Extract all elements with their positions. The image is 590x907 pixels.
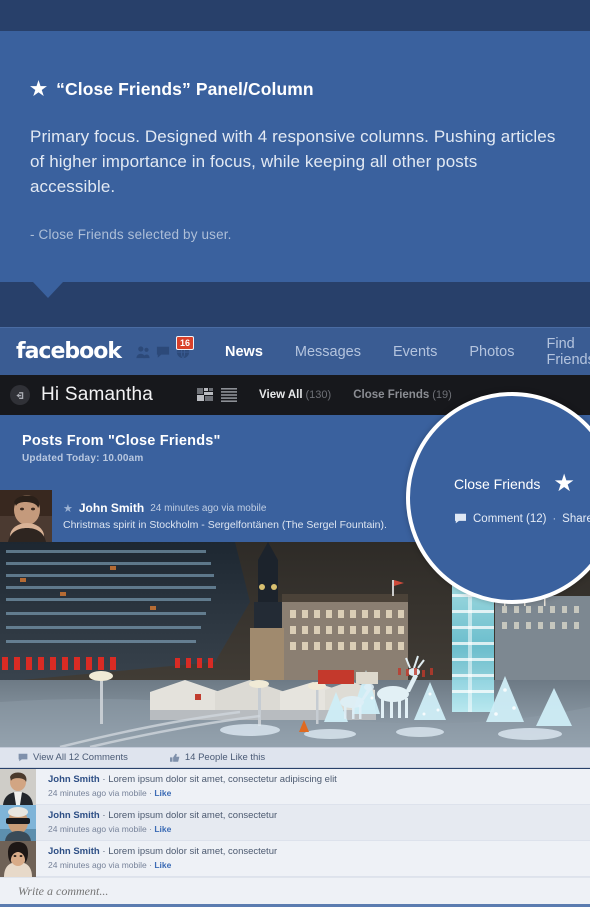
list-view-icon[interactable] <box>221 388 238 402</box>
filter-group: View All (130) Close Friends (19) <box>259 389 452 401</box>
comments-list: John Smith · Lorem ipsum dolor sit amet,… <box>0 769 590 877</box>
nav-tab-photos[interactable]: Photos <box>469 344 514 360</box>
filter-close-friends-label: Close Friends <box>353 389 430 401</box>
view-comments-action[interactable]: View All 12 Comments <box>18 752 128 763</box>
callout-body: Primary focus. Designed with 4 responsiv… <box>30 127 556 196</box>
comment-separator: · <box>102 774 106 785</box>
comment-like-button[interactable]: Like <box>154 824 171 834</box>
comment-timestamp: 24 minutes ago via mobile · <box>48 860 152 870</box>
post-timestamp: 24 minutes ago via mobile <box>150 502 267 514</box>
post-meta-text: ★ John Smith 24 minutes ago via mobile C… <box>63 501 387 531</box>
filter-view-all[interactable]: View All (130) <box>259 389 331 401</box>
list-item[interactable]: John Smith · Lorem ipsum dolor sit amet,… <box>0 841 590 877</box>
circle-actions-row: Comment (12) · Share <box>454 513 590 525</box>
friends-icon[interactable] <box>136 345 150 359</box>
annotation-callout: ★ “Close Friends” Panel/Column Primary f… <box>0 31 590 282</box>
likes-action[interactable]: 14 People Like this <box>169 752 266 763</box>
star-icon[interactable]: ★ <box>553 471 575 496</box>
nav-tab-news[interactable]: News <box>225 344 263 360</box>
circle-title: Close Friends <box>454 475 541 492</box>
comment-like-button[interactable]: Like <box>154 860 171 870</box>
post-caption: Christmas spirit in Stockholm - Sergelfo… <box>63 519 387 531</box>
comment-meta: 24 minutes ago via mobile · Like <box>48 860 277 870</box>
comment-timestamp: 24 minutes ago via mobile · <box>48 788 152 798</box>
facebook-logo[interactable]: facebook <box>16 339 122 364</box>
callout-arrow <box>33 282 63 298</box>
notification-badge[interactable]: 16 <box>176 335 195 350</box>
comment-meta: 24 minutes ago via mobile · Like <box>48 824 277 834</box>
callout-title: “Close Friends” Panel/Column <box>56 79 314 99</box>
filter-view-all-label: View All <box>259 389 303 401</box>
comment-text-block: John Smith · Lorem ipsum dolor sit amet,… <box>48 805 277 840</box>
comment-author[interactable]: John Smith <box>48 810 100 821</box>
app-root: ★ “Close Friends” Panel/Column Primary f… <box>0 0 590 907</box>
comment-line: John Smith · Lorem ipsum dolor sit amet,… <box>48 846 277 857</box>
circle-share-link[interactable]: Share <box>562 513 590 525</box>
nav-tab-find-friends[interactable]: Find Friends <box>546 336 590 368</box>
post-actions-bar: View All 12 Comments 14 People Like this <box>0 747 590 768</box>
navbar-icon-group: 16 <box>136 335 195 359</box>
comment-author[interactable]: John Smith <box>48 774 100 785</box>
comment-line: John Smith · Lorem ipsum dolor sit amet,… <box>48 810 277 821</box>
post-author[interactable]: John Smith <box>79 501 144 515</box>
star-icon: ★ <box>30 79 48 100</box>
avatar[interactable] <box>0 841 36 877</box>
avatar[interactable] <box>0 769 36 805</box>
nav-tab-messages[interactable]: Messages <box>295 344 361 360</box>
sign-in-arrow-icon[interactable] <box>10 385 30 405</box>
view-comments-label: View All 12 Comments <box>33 752 128 763</box>
list-item[interactable]: John Smith · Lorem ipsum dolor sit amet,… <box>0 769 590 805</box>
comment-separator: · <box>102 810 106 821</box>
comment-text-block: John Smith · Lorem ipsum dolor sit amet,… <box>48 769 337 804</box>
comment-body: Lorem ipsum dolor sit amet, consectetur … <box>108 774 337 785</box>
view-mode-group <box>197 388 238 402</box>
list-item[interactable]: John Smith · Lorem ipsum dolor sit amet,… <box>0 805 590 841</box>
comment-separator: · <box>102 846 106 857</box>
comment-text-block: John Smith · Lorem ipsum dolor sit amet,… <box>48 841 277 876</box>
circle-comment-link[interactable]: Comment (12) <box>473 513 547 525</box>
write-comment-input[interactable] <box>18 883 418 899</box>
comment-author[interactable]: John Smith <box>48 846 100 857</box>
filter-view-all-count: (130) <box>305 389 332 401</box>
comment-bubble-icon <box>18 753 28 762</box>
comment-line: John Smith · Lorem ipsum dolor sit amet,… <box>48 774 337 785</box>
star-icon: ★ <box>63 502 73 515</box>
post-author-row: ★ John Smith 24 minutes ago via mobile <box>63 501 387 515</box>
comment-body: Lorem ipsum dolor sit amet, consectetur <box>108 810 278 821</box>
comment-like-button[interactable]: Like <box>154 788 171 798</box>
circle-title-row: Close Friends ★ <box>454 471 575 496</box>
top-strip <box>0 0 590 31</box>
greeting-label: Hi Samantha <box>41 384 154 405</box>
messages-icon[interactable] <box>156 345 170 359</box>
facebook-navbar: facebook 16 News Messages Events Photos … <box>0 327 590 375</box>
write-comment-bar[interactable] <box>0 877 590 904</box>
circle-separator: · <box>552 512 557 525</box>
callout-note: - Close Friends selected by user. <box>30 227 232 242</box>
avatar[interactable] <box>0 490 52 542</box>
likes-label: 14 People Like this <box>184 752 266 763</box>
comment-bubble-icon <box>455 513 466 524</box>
thumbs-up-icon <box>169 753 180 762</box>
navbar-tabs: News Messages Events Photos Find Friends <box>225 336 590 368</box>
comment-body: Lorem ipsum dolor sit amet, consectetur <box>108 846 278 857</box>
grid-view-icon[interactable] <box>197 388 214 402</box>
avatar[interactable] <box>0 805 36 841</box>
filter-close-friends-count: (19) <box>432 389 452 401</box>
comment-timestamp: 24 minutes ago via mobile · <box>48 824 152 834</box>
filter-close-friends[interactable]: Close Friends (19) <box>353 389 452 401</box>
callout-title-row: ★ “Close Friends” Panel/Column <box>30 79 560 100</box>
comment-meta: 24 minutes ago via mobile · Like <box>48 788 337 798</box>
nav-tab-events[interactable]: Events <box>393 344 437 360</box>
